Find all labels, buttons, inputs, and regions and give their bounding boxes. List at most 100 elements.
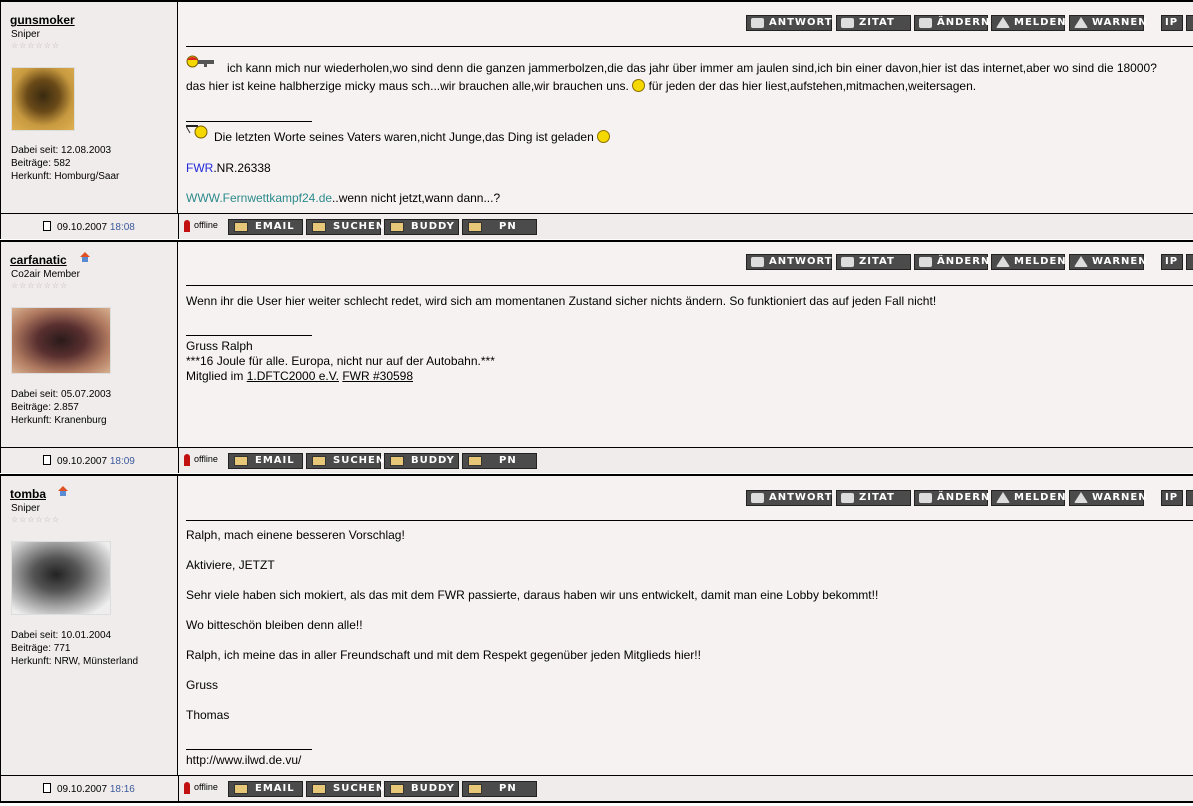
pm-icon	[468, 222, 482, 232]
report-button[interactable]: MELDEN	[991, 254, 1066, 270]
search-button[interactable]: SUCHEN	[306, 219, 384, 235]
pm-button[interactable]: PN	[462, 781, 537, 797]
username-link[interactable]: gunsmoker	[10, 13, 75, 27]
ip-button[interactable]: IP	[1161, 490, 1183, 506]
email-icon	[234, 784, 248, 794]
email-button[interactable]: EMAIL	[228, 219, 303, 235]
author-panel: carfanatic Co2air Member ☆☆☆☆☆☆☆ Dabei s…	[0, 240, 178, 447]
document-icon	[43, 783, 51, 793]
warning-icon	[1074, 492, 1088, 503]
buddy-icon	[390, 456, 404, 466]
signature-divider	[186, 121, 312, 122]
pm-button[interactable]: PN	[462, 453, 537, 469]
post-footer: 09.10.2007 18:16 offline EMAIL SUCHEN BU…	[0, 775, 1193, 803]
buddy-button[interactable]: BUDDY	[384, 219, 459, 235]
report-button[interactable]: MELDEN	[991, 490, 1066, 506]
signature-link[interactable]: http://www.ilwd.de.vu/	[186, 753, 301, 768]
search-icon	[312, 784, 326, 794]
buddy-button[interactable]: BUDDY	[384, 453, 459, 469]
reply-button[interactable]: ANTWORT	[746, 254, 832, 270]
post-count: Beiträge: 771	[11, 643, 71, 654]
laughing-smiley-icon	[632, 79, 646, 92]
avatar	[11, 67, 75, 131]
username-link[interactable]: tomba	[10, 487, 46, 501]
signature-line: Mitglied im 1.DFTC2000 e.V. FWR #30598	[186, 369, 414, 383]
quote-button[interactable]: ZITAT	[836, 490, 911, 506]
quote-icon	[841, 257, 854, 267]
post-body-line: Ralph, ich meine das in aller Freundscha…	[186, 648, 701, 662]
homepage-icon[interactable]	[57, 485, 69, 497]
homepage-icon[interactable]	[79, 251, 91, 263]
more-button[interactable]	[1186, 254, 1193, 270]
club-link[interactable]: 1.DFTC2000 e.V.	[247, 369, 339, 383]
post-body-line: Wo bitteschön bleiben denn alle!!	[186, 618, 363, 632]
ip-button[interactable]: IP	[1161, 15, 1183, 31]
edit-button[interactable]: ÄNDERN	[914, 15, 989, 31]
edit-icon	[919, 493, 932, 503]
search-icon	[312, 222, 326, 232]
post-actions: ANTWORT ZITAT ÄNDERN MELDEN WARNEN IP	[178, 490, 1193, 506]
warning-icon	[1074, 17, 1088, 28]
post-footer: 09.10.2007 18:08 offline EMAIL SUCHEN BU…	[0, 213, 1193, 239]
user-rank: Co2air Member	[11, 269, 80, 280]
ip-button[interactable]: IP	[1161, 254, 1183, 270]
pm-button[interactable]: PN	[462, 219, 537, 235]
edit-button[interactable]: ÄNDERN	[914, 490, 989, 506]
more-button[interactable]	[1186, 15, 1193, 31]
post-body-line: Thomas	[186, 708, 230, 722]
signature-web: WWW.Fernwettkampf24.de..wenn nicht jetzt…	[186, 191, 501, 205]
user-rank: Sniper	[11, 503, 40, 514]
report-button[interactable]: MELDEN	[991, 15, 1066, 31]
author-panel: gunsmoker Sniper ☆☆☆☆☆☆ Dabei seit: 12.0…	[0, 0, 178, 213]
post-count: Beiträge: 2.857	[11, 402, 79, 413]
quote-icon	[841, 18, 854, 28]
fwr-link[interactable]: FWR	[186, 161, 213, 175]
post-body-line: Gruss	[186, 678, 219, 692]
online-status: offline	[184, 454, 218, 466]
search-button[interactable]: SUCHEN	[306, 781, 384, 797]
fwr-link[interactable]: FWR #30598	[342, 369, 413, 383]
quote-button[interactable]: ZITAT	[836, 254, 911, 270]
avatar	[11, 541, 111, 615]
buddy-icon	[390, 222, 404, 232]
more-button[interactable]	[1186, 490, 1193, 506]
user-meta: Dabei seit: 05.07.2003 Beiträge: 2.857 H…	[11, 388, 111, 427]
post-divider	[186, 285, 1193, 286]
warn-button[interactable]: WARNEN	[1069, 254, 1147, 270]
buddy-icon	[390, 784, 404, 794]
reply-button[interactable]: ANTWORT	[746, 15, 832, 31]
edit-icon	[919, 18, 932, 28]
reply-button[interactable]: ANTWORT	[746, 490, 832, 506]
reply-icon	[751, 493, 764, 503]
warn-button[interactable]: WARNEN	[1069, 490, 1147, 506]
warning-icon	[996, 256, 1010, 267]
online-status: offline	[184, 782, 218, 794]
post-body-line: ich kann mich nur wiederholen,wo sind de…	[227, 61, 1157, 75]
gun-smiley-icon	[186, 55, 214, 68]
signature-divider	[186, 749, 312, 750]
user-rank: Sniper	[11, 29, 40, 40]
post-content: ANTWORT ZITAT ÄNDERN MELDEN WARNEN IP We…	[178, 240, 1193, 447]
email-button[interactable]: EMAIL	[228, 781, 303, 797]
quote-button[interactable]: ZITAT	[836, 15, 911, 31]
email-button[interactable]: EMAIL	[228, 453, 303, 469]
pm-icon	[468, 456, 482, 466]
document-icon	[43, 221, 51, 231]
rank-stars: ☆☆☆☆☆☆☆	[11, 281, 69, 290]
post-body-line: Wenn ihr die User hier weiter schlecht r…	[186, 294, 937, 308]
post-body-line: Aktiviere, JETZT	[186, 558, 275, 572]
warn-button[interactable]: WARNEN	[1069, 15, 1147, 31]
post-timestamp: 09.10.2007 18:16	[57, 784, 135, 795]
username-link[interactable]: carfanatic	[10, 253, 67, 267]
author-panel: tomba Sniper ☆☆☆☆☆☆ Dabei seit: 10.01.20…	[0, 474, 178, 775]
edit-button[interactable]: ÄNDERN	[914, 254, 989, 270]
footer-separator	[178, 776, 179, 801]
search-button[interactable]: SUCHEN	[306, 453, 384, 469]
website-link[interactable]: WWW.Fernwettkampf24.de	[186, 191, 332, 205]
post-actions: ANTWORT ZITAT ÄNDERN MELDEN WARNEN IP	[178, 15, 1193, 31]
search-icon	[312, 456, 326, 466]
warning-icon	[1074, 256, 1088, 267]
reply-icon	[751, 257, 764, 267]
buddy-button[interactable]: BUDDY	[384, 781, 459, 797]
post-body-line: das hier ist keine halbherzige micky mau…	[186, 79, 977, 93]
